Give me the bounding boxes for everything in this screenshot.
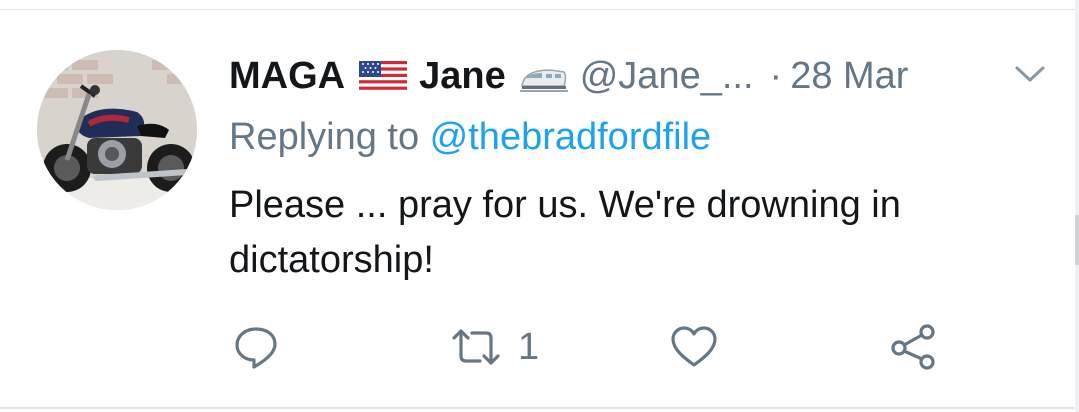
retweet-icon bbox=[450, 326, 502, 368]
bottom-divider bbox=[0, 407, 1079, 409]
replying-to-handle[interactable]: @thebradfordfile bbox=[430, 116, 712, 158]
tweet-header[interactable]: MAGA Jane @Jane_... · 28 Mar bbox=[229, 52, 908, 100]
replying-to-line: Replying to @thebradfordfile bbox=[229, 116, 711, 159]
scrollbar[interactable] bbox=[1075, 0, 1079, 412]
user-handle[interactable]: @Jane_... bbox=[580, 55, 754, 98]
chevron-down-icon[interactable] bbox=[1013, 60, 1047, 88]
tweet-text: Please ... pray for us. We're drowning i… bbox=[229, 184, 901, 281]
like-button[interactable] bbox=[669, 322, 719, 372]
display-name[interactable]: MAGA Jane bbox=[229, 55, 580, 98]
share-icon bbox=[889, 324, 939, 370]
avatar[interactable] bbox=[37, 50, 197, 210]
high-speed-train-icon bbox=[519, 61, 568, 92]
display-name-part: Jane bbox=[419, 54, 506, 97]
replying-to-label: Replying to bbox=[229, 116, 430, 158]
us-flag-icon bbox=[359, 60, 408, 93]
share-button[interactable] bbox=[889, 322, 939, 372]
retweet-count: 1 bbox=[518, 325, 540, 368]
separator-dot: · bbox=[769, 54, 783, 97]
top-divider bbox=[0, 9, 1079, 10]
heart-icon bbox=[669, 325, 719, 369]
reply-button[interactable] bbox=[232, 322, 280, 372]
reply-icon bbox=[232, 324, 280, 370]
retweet-button[interactable]: 1 bbox=[450, 322, 539, 372]
tweet-timestamp[interactable]: 28 Mar bbox=[790, 55, 908, 98]
display-name-part: MAGA bbox=[229, 54, 346, 97]
